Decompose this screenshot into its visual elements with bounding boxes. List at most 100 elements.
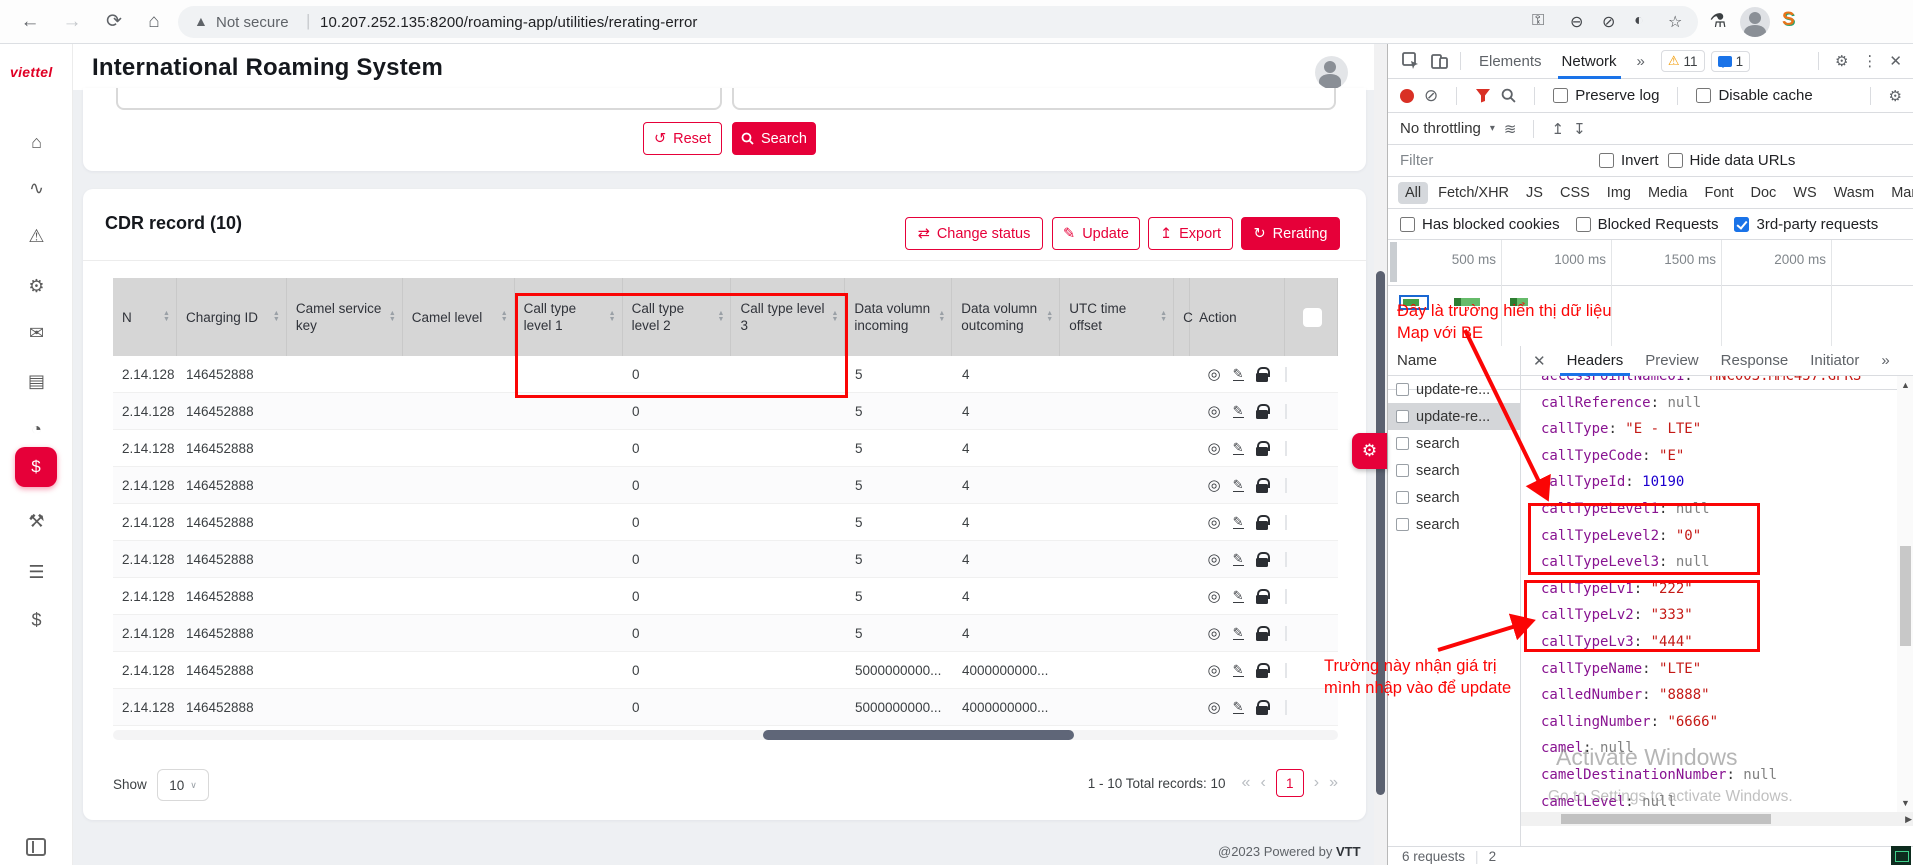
sort-icon[interactable]: ▲▼ — [1156, 311, 1167, 323]
filter-chip-wasm[interactable]: Wasm — [1827, 182, 1882, 204]
sort-icon[interactable]: ▲▼ — [497, 311, 508, 323]
column-header[interactable]: Data volumn outcoming▲▼ — [952, 278, 1060, 356]
search-input-left[interactable] — [116, 88, 722, 110]
detail-tab-initiator[interactable]: Initiator — [1799, 346, 1870, 376]
view-icon[interactable]: ◎ — [1208, 624, 1221, 642]
filter-chip-fetchxhr[interactable]: Fetch/XHR — [1431, 182, 1516, 204]
scroll-up-icon[interactable]: ▲ — [1901, 380, 1910, 390]
column-header[interactable]: Camel service key▲▼ — [287, 278, 403, 356]
detail-tab-response[interactable]: Response — [1710, 346, 1800, 376]
extension-s-icon[interactable]: S — [1782, 9, 1795, 31]
detail-hscrollbar[interactable]: ▶ — [1521, 812, 1913, 826]
filter-chip-ws[interactable]: WS — [1786, 182, 1823, 204]
record-icon[interactable] — [1400, 89, 1414, 103]
name-column-header[interactable]: Name — [1388, 346, 1520, 376]
view-icon[interactable]: ◎ — [1208, 439, 1221, 457]
select-all-checkbox[interactable] — [1303, 308, 1322, 327]
password-key-icon[interactable]: ⚿ — [1532, 12, 1544, 30]
detail-tab-headers[interactable]: Headers — [1556, 346, 1635, 376]
more-tabs-icon[interactable]: » — [1627, 44, 1655, 79]
edit-icon[interactable]: ✎ — [1233, 700, 1244, 714]
view-icon[interactable]: ◎ — [1208, 698, 1221, 716]
column-header[interactable]: UTC time offset▲▼ — [1060, 278, 1174, 356]
edit-icon[interactable]: ✎ — [1233, 515, 1244, 529]
address-bar[interactable]: ▲ Not secure | 10.207.252.135:8200/roami… — [178, 6, 1698, 38]
detail-close-icon[interactable]: ✕ — [1521, 352, 1556, 370]
last-page-button[interactable]: » — [1329, 774, 1338, 792]
lock-icon[interactable] — [1256, 447, 1268, 456]
row-checkbox[interactable] — [1285, 663, 1287, 678]
console-drawer-icon[interactable] — [1891, 846, 1911, 865]
lock-icon[interactable] — [1256, 484, 1268, 493]
filter-chip-all[interactable]: All — [1398, 182, 1428, 204]
filter-input[interactable]: Filter — [1400, 152, 1590, 169]
edit-icon[interactable]: ✎ — [1233, 441, 1244, 455]
column-header[interactable]: Data volumn incoming▲▼ — [845, 278, 952, 356]
detail-vscrollbar[interactable]: ▲ ▼ — [1897, 376, 1913, 812]
export-button[interactable]: ↥Export — [1148, 217, 1233, 250]
zoom-out-icon[interactable]: ⊖ — [1570, 12, 1583, 32]
view-icon[interactable]: ◎ — [1208, 365, 1221, 383]
export-har-icon[interactable]: ↧ — [1573, 120, 1586, 138]
request-row[interactable]: search — [1388, 484, 1520, 511]
search-button[interactable]: Search — [732, 122, 816, 155]
row-checkbox[interactable] — [1285, 478, 1287, 493]
edit-icon[interactable]: ✎ — [1233, 552, 1244, 566]
scroll-right-icon[interactable]: ▶ — [1905, 814, 1912, 825]
sort-icon[interactable]: ▲▼ — [1042, 311, 1053, 323]
row-checkbox[interactable] — [1285, 404, 1287, 419]
clock-icon[interactable]: ◔ — [0, 419, 73, 440]
document-icon[interactable]: ▤ — [0, 371, 73, 392]
chart-icon[interactable]: ∿ — [0, 178, 73, 199]
row-checkbox[interactable] — [1285, 441, 1287, 456]
detail-tab-preview[interactable]: Preview — [1634, 346, 1709, 376]
lock-icon[interactable] — [1256, 706, 1268, 715]
table-hscrollbar-thumb[interactable] — [763, 730, 1074, 740]
edit-icon[interactable]: ✎ — [1233, 404, 1244, 418]
column-header[interactable]: N▲▼ — [113, 278, 177, 356]
column-header[interactable]: Charging ID▲▼ — [177, 278, 287, 356]
view-icon[interactable]: ◎ — [1208, 587, 1221, 605]
disable-cache-checkbox[interactable]: Disable cache — [1696, 87, 1812, 104]
edit-icon[interactable]: ✎ — [1233, 478, 1244, 492]
current-page-button[interactable]: 1 — [1276, 769, 1304, 797]
network-search-icon[interactable] — [1501, 88, 1516, 103]
rerating-button[interactable]: ↻Rerating — [1241, 217, 1340, 250]
search-input-right[interactable] — [732, 88, 1336, 110]
filter-chip-manifest[interactable]: Manifest — [1884, 182, 1913, 204]
clear-icon[interactable]: ⊘ — [1424, 86, 1438, 106]
filter-funnel-icon[interactable] — [1475, 88, 1491, 103]
row-checkbox[interactable] — [1285, 589, 1287, 604]
lock-icon[interactable] — [1256, 669, 1268, 678]
row-checkbox[interactable] — [1285, 367, 1287, 382]
list-icon[interactable]: ☰ — [0, 562, 73, 583]
kebab-menu-icon[interactable]: ⋮ — [1856, 52, 1883, 70]
settings-fab-gear-icon[interactable]: ⚙ — [1352, 433, 1387, 469]
network-icon[interactable]: ⚒ — [0, 511, 73, 532]
view-icon[interactable]: ◎ — [1208, 550, 1221, 568]
hide-data-urls-checkbox[interactable]: Hide data URLs — [1668, 152, 1796, 169]
detail-vscrollbar-thumb[interactable] — [1900, 546, 1911, 646]
more-detail-tabs-icon[interactable]: » — [1870, 346, 1900, 376]
sort-icon[interactable]: ▲▼ — [269, 311, 280, 323]
request-checkbox[interactable] — [1396, 464, 1409, 477]
blocked-icon[interactable]: ⊘ — [1602, 12, 1615, 32]
request-row[interactable]: search — [1388, 511, 1520, 538]
filter-chip-js[interactable]: JS — [1519, 182, 1550, 204]
url-text[interactable]: 10.207.252.135:8200/roaming-app/utilitie… — [320, 14, 698, 31]
dollar-icon[interactable]: $ — [0, 610, 73, 631]
back-icon[interactable]: ← — [16, 8, 44, 36]
preserve-log-checkbox[interactable]: Preserve log — [1553, 87, 1659, 104]
device-toolbar-icon[interactable] — [1430, 52, 1448, 70]
edit-icon[interactable]: ✎ — [1233, 626, 1244, 640]
table-hscrollbar-track[interactable] — [113, 730, 1338, 740]
warnings-badge[interactable]: ⚠11 — [1661, 50, 1705, 72]
browser-profile-avatar[interactable] — [1740, 7, 1770, 37]
page-scrollbar-thumb[interactable] — [1376, 271, 1385, 795]
select-all-header[interactable] — [1285, 278, 1338, 356]
edit-icon[interactable]: ✎ — [1233, 367, 1244, 381]
shield-icon[interactable]: ◐ — [1634, 12, 1644, 30]
request-checkbox[interactable] — [1396, 410, 1409, 423]
invert-checkbox[interactable]: Invert — [1599, 152, 1659, 169]
view-icon[interactable]: ◎ — [1208, 513, 1221, 531]
